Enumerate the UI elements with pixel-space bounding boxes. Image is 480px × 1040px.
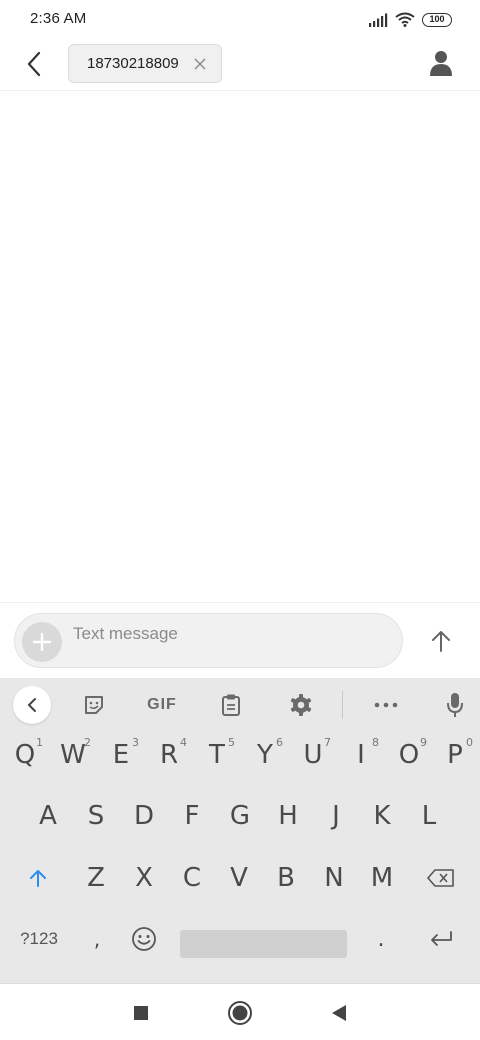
key-l[interactable]: L: [407, 791, 451, 841]
recipient-chip[interactable]: 18730218809: [68, 44, 222, 83]
status-bar: 2:36 AM 100: [0, 0, 480, 40]
shift-arrow-icon: [30, 870, 46, 887]
key-z[interactable]: Z: [74, 853, 118, 903]
back-arrow-icon: [27, 51, 41, 77]
plus-icon: [32, 632, 52, 652]
status-time: 2:36 AM: [30, 10, 87, 27]
recents-square-icon: [134, 1006, 148, 1020]
period-key[interactable]: .: [359, 914, 403, 964]
keyboard-toolbar: GIF: [0, 678, 480, 732]
key-u[interactable]: U7: [291, 730, 335, 780]
contact-button[interactable]: [426, 48, 456, 78]
attach-button[interactable]: [22, 622, 62, 662]
more-dots-icon: [374, 702, 398, 708]
sticker-icon: [85, 696, 103, 714]
key-x[interactable]: X: [122, 853, 166, 903]
battery-icon: 100: [422, 12, 452, 27]
key-i[interactable]: I8: [339, 730, 383, 780]
key-n[interactable]: N: [312, 853, 356, 903]
conversation-header: 18730218809: [0, 40, 480, 91]
nav-back-button[interactable]: [324, 998, 354, 1028]
close-icon[interactable]: [193, 57, 207, 71]
key-q[interactable]: Q1: [3, 730, 47, 780]
status-icons: 100: [368, 12, 452, 27]
key-e[interactable]: E3: [99, 730, 143, 780]
key-h[interactable]: H: [266, 791, 310, 841]
key-o[interactable]: O9: [387, 730, 431, 780]
chevron-left-icon: [27, 698, 36, 712]
voice-input-button[interactable]: [442, 688, 468, 722]
system-nav-bar: [0, 983, 480, 1040]
enter-key[interactable]: [419, 914, 463, 964]
clipboard-icon: [222, 694, 240, 716]
send-button[interactable]: [426, 626, 456, 656]
key-s[interactable]: S: [74, 791, 118, 841]
back-button[interactable]: [18, 48, 50, 80]
key-row-1: Q1 W2 E3 R4 T5 Y6 U7 I8 O9 P0: [0, 730, 480, 790]
settings-button[interactable]: [286, 688, 316, 722]
compose-bar: Text message: [0, 604, 480, 678]
key-row-3: Z X C V B N M: [0, 853, 480, 913]
back-triangle-icon: [332, 1005, 346, 1021]
gear-icon: [290, 694, 312, 716]
toolbar-divider: [342, 691, 343, 719]
key-m[interactable]: M: [360, 853, 404, 903]
key-k[interactable]: K: [360, 791, 404, 841]
key-w[interactable]: W2: [51, 730, 95, 780]
backspace-key[interactable]: [419, 853, 463, 903]
symbols-key[interactable]: ?123: [14, 914, 64, 964]
send-arrow-up-icon: [432, 631, 450, 652]
home-circle-icon: [228, 1001, 252, 1025]
key-f[interactable]: F: [170, 791, 214, 841]
signal-icon: [369, 13, 388, 27]
key-row-2: A S D F G H J K L: [0, 791, 480, 851]
keyboard: GIF Q 1 W 2 E 3 R 4 T 5 Y 6 U 7 I 8 O 9 …: [0, 678, 480, 983]
key-y[interactable]: Y6: [243, 730, 287, 780]
key-a[interactable]: A: [26, 791, 70, 841]
enter-icon: [431, 931, 452, 946]
key-c[interactable]: C: [170, 853, 214, 903]
key-b[interactable]: B: [264, 853, 308, 903]
contact-person-icon: [430, 51, 452, 76]
microphone-icon: [447, 693, 463, 717]
spacebar[interactable]: [180, 930, 347, 958]
key-g[interactable]: G: [218, 791, 262, 841]
key-v[interactable]: V: [217, 853, 261, 903]
gif-button[interactable]: GIF: [143, 688, 181, 722]
emoji-icon: [132, 927, 156, 951]
sticker-button[interactable]: [80, 688, 108, 722]
key-t[interactable]: T5: [195, 730, 239, 780]
key-j[interactable]: J: [314, 791, 358, 841]
recipient-number: 18730218809: [87, 55, 179, 72]
key-d[interactable]: D: [122, 791, 166, 841]
toolbar-collapse-button[interactable]: [13, 686, 51, 724]
backspace-icon: [427, 869, 454, 887]
more-button[interactable]: [370, 688, 402, 722]
key-p[interactable]: P0: [433, 730, 477, 780]
shift-key[interactable]: [16, 853, 60, 903]
home-button[interactable]: [225, 998, 255, 1028]
key-r[interactable]: R4: [147, 730, 191, 780]
emoji-key[interactable]: [122, 914, 166, 964]
message-placeholder: Text message: [73, 624, 178, 643]
clipboard-button[interactable]: [218, 688, 244, 722]
key-row-4: ?123 , .: [0, 914, 480, 974]
comma-key[interactable]: ,: [75, 914, 119, 964]
message-list[interactable]: [0, 91, 480, 603]
recents-button[interactable]: [126, 998, 156, 1028]
wifi-icon: [395, 12, 415, 27]
message-input[interactable]: Text message: [14, 613, 403, 668]
